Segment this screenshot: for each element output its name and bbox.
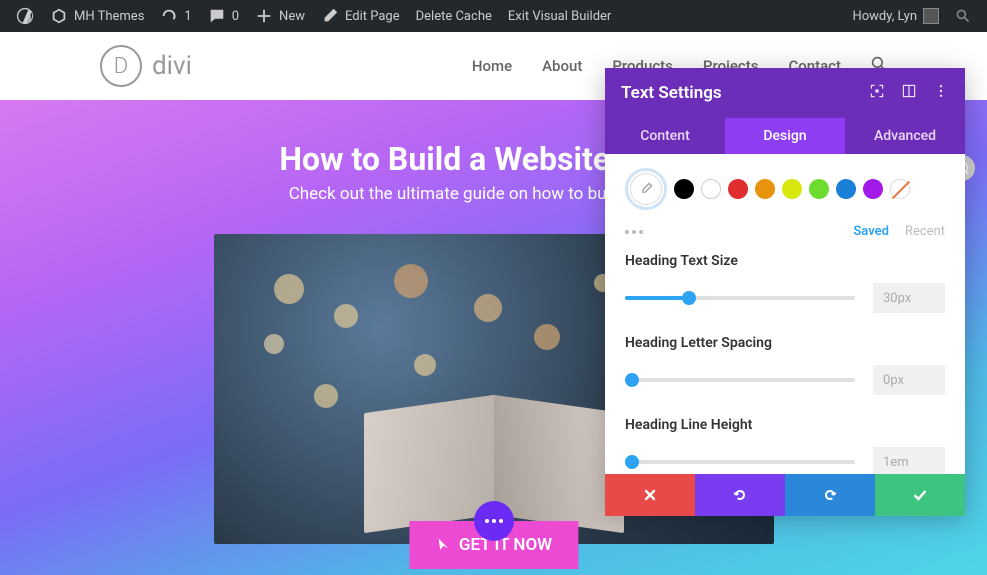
color-swatch-row (625, 168, 945, 210)
avatar (923, 8, 939, 24)
cta-label: GET IT NOW (459, 535, 552, 555)
wp-site-name[interactable]: MH Themes (42, 0, 152, 32)
wp-edit-page[interactable]: Edit Page (313, 0, 408, 32)
control-heading-line-height: Heading Line Height 1em (625, 417, 945, 474)
recent-tab[interactable]: Recent (905, 224, 945, 239)
wp-admin-bar: MH Themes 1 0 New Edit Page Delete Cache… (0, 0, 987, 32)
panel-tabs: Content Design Advanced (605, 118, 965, 154)
nav-about[interactable]: About (542, 57, 582, 75)
swatch-none[interactable] (890, 179, 910, 199)
focus-icon[interactable] (869, 83, 885, 103)
wp-exit-vb[interactable]: Exit Visual Builder (500, 0, 619, 32)
swatch-purple[interactable] (863, 179, 883, 199)
tab-advanced[interactable]: Advanced (845, 118, 965, 154)
slider-line-height[interactable] (625, 460, 855, 464)
swatch-yellow[interactable] (782, 179, 802, 199)
value-line-height[interactable]: 1em (873, 447, 945, 474)
panel-header[interactable]: Text Settings (605, 68, 965, 118)
swatch-green[interactable] (809, 179, 829, 199)
wp-new[interactable]: New (247, 0, 313, 32)
control-heading-text-size: Heading Text Size 30px (625, 253, 945, 313)
save-button[interactable] (875, 474, 965, 516)
control-label: Heading Letter Spacing (625, 335, 945, 351)
swatch-red[interactable] (728, 179, 748, 199)
control-heading-letter-spacing: Heading Letter Spacing 0px (625, 335, 945, 395)
columns-icon[interactable] (901, 83, 917, 103)
wp-search[interactable] (947, 0, 979, 32)
control-label: Heading Text Size (625, 253, 945, 269)
wp-delete-cache[interactable]: Delete Cache (408, 0, 500, 32)
tab-design[interactable]: Design (725, 118, 845, 154)
undo-button[interactable] (695, 474, 785, 516)
wp-howdy[interactable]: Howdy, Lyn (844, 0, 947, 32)
nav-home[interactable]: Home (472, 57, 512, 75)
panel-title: Text Settings (621, 83, 853, 103)
swatch-more-icon[interactable] (625, 230, 643, 234)
control-label: Heading Line Height (625, 417, 945, 433)
tab-content[interactable]: Content (605, 118, 725, 154)
eyedropper-picker[interactable] (625, 168, 667, 210)
text-settings-panel: Text Settings Content Design Advanced (605, 68, 965, 516)
saved-tab[interactable]: Saved (853, 224, 889, 239)
panel-actions (605, 474, 965, 516)
cancel-button[interactable] (605, 474, 695, 516)
logo-text: divi (152, 51, 192, 81)
page-fab-menu[interactable] (474, 501, 514, 541)
swatch-white[interactable] (701, 179, 721, 199)
panel-body: Saved Recent Heading Text Size 30px Head… (605, 154, 965, 474)
redo-button[interactable] (785, 474, 875, 516)
site-logo[interactable]: D divi (100, 45, 192, 87)
slider-text-size[interactable] (625, 296, 855, 300)
swatch-blue[interactable] (836, 179, 856, 199)
logo-icon: D (100, 45, 142, 87)
wp-logo[interactable] (8, 0, 42, 32)
wp-refresh[interactable]: 1 (152, 0, 199, 32)
more-icon[interactable] (933, 83, 949, 103)
value-text-size[interactable]: 30px (873, 283, 945, 313)
swatch-black[interactable] (674, 179, 694, 199)
slider-letter-spacing[interactable] (625, 378, 855, 382)
swatch-orange[interactable] (755, 179, 775, 199)
value-letter-spacing[interactable]: 0px (873, 365, 945, 395)
wp-comments[interactable]: 0 (200, 0, 247, 32)
